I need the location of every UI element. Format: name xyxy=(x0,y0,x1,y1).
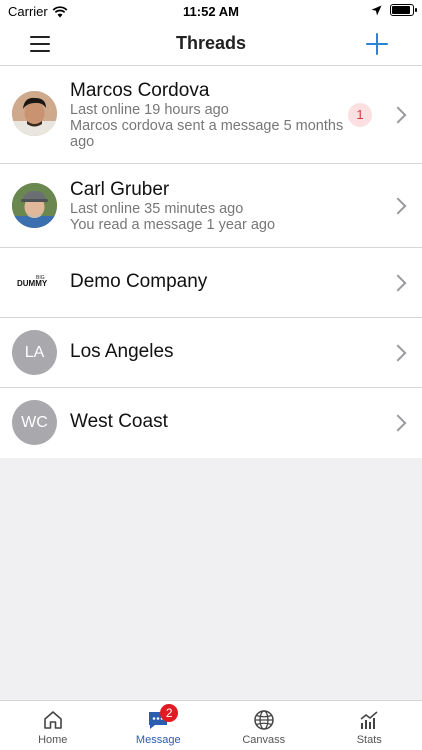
globe-icon xyxy=(254,710,274,730)
last-online-text: Last online 19 hours ago xyxy=(70,102,229,118)
thread-name: Demo Company xyxy=(70,271,208,292)
tab-message[interactable]: 2 Message xyxy=(106,701,212,750)
message-count-badge: 2 xyxy=(160,704,179,722)
tab-bar: Home 2 Message Canvass Stats xyxy=(0,700,422,750)
clock: 11:52 AM xyxy=(183,4,239,19)
hamburger-menu-icon[interactable] xyxy=(30,36,50,52)
chevron-right-icon xyxy=(389,344,407,362)
thread-name: Carl Gruber xyxy=(70,179,170,200)
tab-label: Stats xyxy=(356,734,382,746)
location-arrow-icon xyxy=(371,5,382,15)
last-message-text: You read a message 1 year ago xyxy=(70,217,276,233)
status-bar: Carrier 11:52 AM xyxy=(0,0,422,22)
navigation-bar: Threads xyxy=(0,22,422,66)
chevron-right-icon xyxy=(389,197,407,215)
thread-name: Los Angeles xyxy=(70,341,174,362)
chevron-right-icon xyxy=(389,274,407,292)
last-message-text: Marcos cordova sent a message 5 months a… xyxy=(70,118,344,150)
tab-label: Message xyxy=(135,734,181,746)
stats-icon xyxy=(360,711,378,729)
thread-row-demo-company[interactable]: BIG DUMMY Demo Company xyxy=(0,248,422,318)
home-icon xyxy=(43,711,62,729)
avatar xyxy=(12,91,57,136)
battery-icon xyxy=(390,4,417,16)
svg-text:DUMMY: DUMMY xyxy=(17,279,48,288)
thread-name: West Coast xyxy=(70,411,168,432)
avatar-initials: LA xyxy=(12,330,57,375)
tab-home[interactable]: Home xyxy=(0,701,106,750)
chevron-right-icon xyxy=(389,414,407,432)
thread-list: Marcos Cordova Last online 19 hours ago … xyxy=(0,66,422,458)
page-title: Threads xyxy=(175,33,247,53)
thread-row-marcos-cordova[interactable]: Marcos Cordova Last online 19 hours ago … xyxy=(0,66,422,164)
profile-photo-icon xyxy=(12,91,57,136)
chevron-right-icon xyxy=(389,106,407,124)
tab-stats[interactable]: Stats xyxy=(317,701,422,750)
company-logo: BIG DUMMY xyxy=(12,260,57,305)
unread-count-badge: 1 xyxy=(348,103,372,127)
thread-row-west-coast[interactable]: WC West Coast xyxy=(0,388,422,458)
tab-canvass[interactable]: Canvass xyxy=(211,701,317,750)
thread-name: Marcos Cordova xyxy=(70,80,210,101)
profile-photo-icon xyxy=(12,183,57,228)
avatar xyxy=(12,183,57,228)
thread-row-carl-gruber[interactable]: Carl Gruber Last online 35 minutes ago Y… xyxy=(0,164,422,248)
tab-label: Home xyxy=(38,734,68,746)
avatar-initials: WC xyxy=(12,400,57,445)
new-thread-plus-icon[interactable] xyxy=(366,33,388,55)
last-online-text: Last online 35 minutes ago xyxy=(70,201,244,217)
company-logo-icon: BIG DUMMY xyxy=(17,275,48,288)
tab-label: Canvass xyxy=(242,734,286,746)
thread-row-los-angeles[interactable]: LA Los Angeles xyxy=(0,318,422,388)
status-icons xyxy=(371,4,417,16)
